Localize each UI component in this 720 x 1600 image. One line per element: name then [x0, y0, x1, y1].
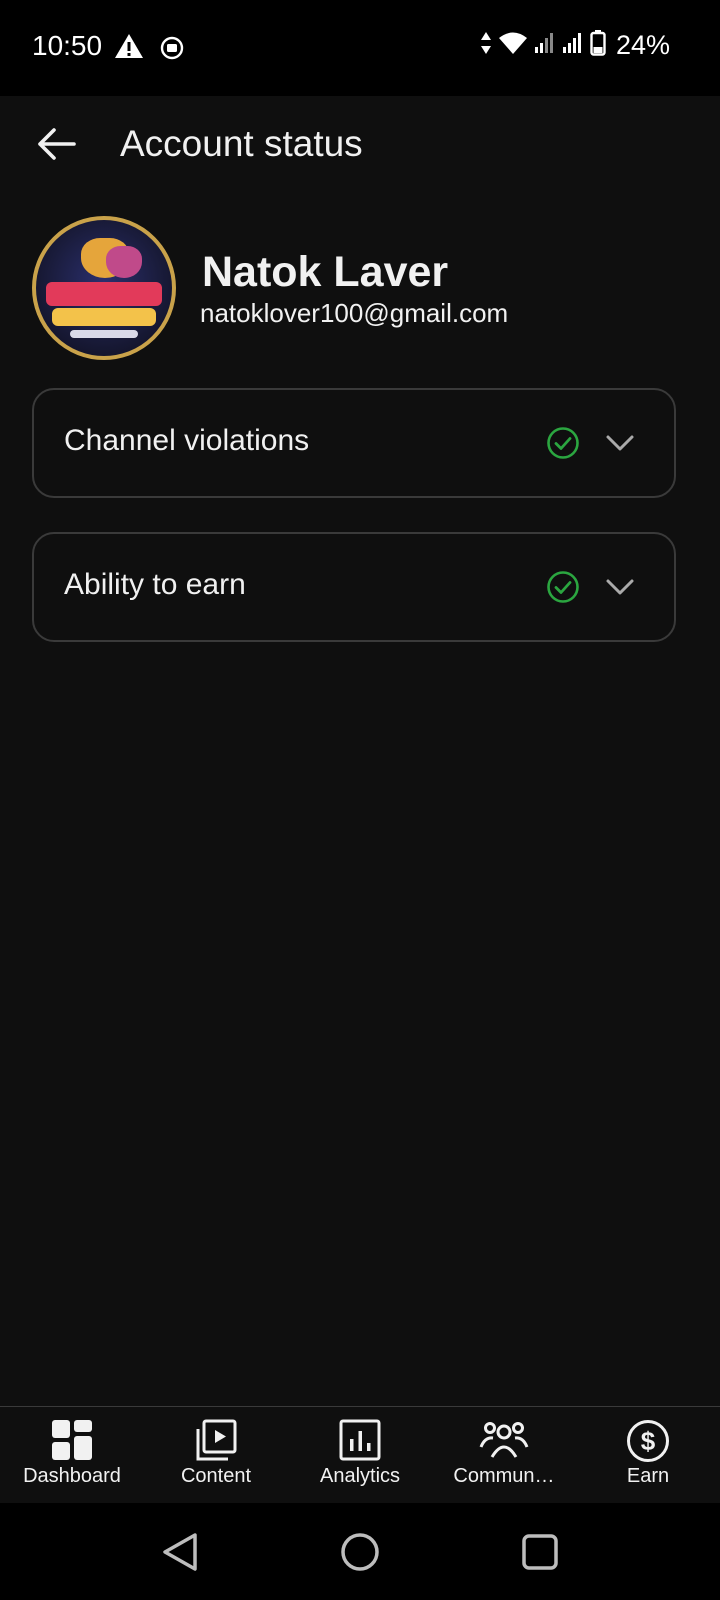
dashboard-icon: [51, 1419, 93, 1466]
ability-to-earn-card[interactable]: Ability to earn: [32, 532, 676, 642]
card-label: Ability to earn: [64, 568, 246, 601]
nav-content[interactable]: Content: [144, 1407, 288, 1503]
screen-record-icon: [160, 36, 184, 65]
nav-label: Analytics: [319, 1465, 401, 1487]
check-circle-icon: [546, 426, 580, 465]
chevron-down-icon[interactable]: [604, 428, 636, 461]
signal-icon-2: [562, 32, 584, 59]
nav-label: Commun…: [453, 1465, 555, 1487]
content-icon: [195, 1419, 237, 1466]
nav-dashboard[interactable]: Dashboard: [0, 1407, 144, 1503]
community-icon: [479, 1419, 529, 1466]
nav-label: Dashboard: [23, 1465, 121, 1487]
home-icon[interactable]: [340, 1531, 380, 1578]
channel-profile: Natok Laver natoklover100@gmail.com: [32, 214, 692, 364]
back-button[interactable]: [30, 118, 82, 170]
data-arrows-icon: [480, 31, 492, 60]
check-circle-icon: [546, 570, 580, 609]
status-bar: 10:50 24%: [0, 0, 720, 96]
svg-text:$: $: [641, 1426, 656, 1456]
status-indicators: 24%: [480, 30, 670, 61]
chevron-down-icon[interactable]: [604, 572, 636, 605]
bottom-nav: Dashboard Content Analytics Commun… $ Ea…: [0, 1406, 720, 1503]
channel-email: natoklover100@gmail.com: [200, 298, 509, 328]
earn-icon: $: [626, 1419, 670, 1468]
warning-icon: [114, 33, 144, 64]
app-bar: Account status: [0, 96, 720, 196]
page-title: Account status: [120, 123, 363, 164]
arrow-left-icon: [38, 128, 76, 160]
wifi-icon: [498, 31, 528, 60]
battery-percent: 24%: [615, 30, 670, 60]
recents-icon[interactable]: [520, 1531, 560, 1578]
status-time: 10:50: [32, 30, 103, 61]
nav-community[interactable]: Commun…: [432, 1407, 576, 1503]
nav-label: Content: [180, 1465, 252, 1487]
nav-analytics[interactable]: Analytics: [288, 1407, 432, 1503]
channel-name: Natok Laver: [202, 248, 449, 296]
system-nav-bar: [0, 1503, 720, 1600]
nav-earn[interactable]: $ Earn: [576, 1407, 720, 1503]
avatar: [32, 216, 176, 360]
channel-violations-card[interactable]: Channel violations: [32, 388, 676, 498]
back-icon[interactable]: [160, 1531, 200, 1578]
signal-icon: [534, 32, 556, 59]
battery-icon: [590, 30, 606, 61]
analytics-icon: [339, 1419, 381, 1466]
card-label: Channel violations: [64, 424, 310, 457]
nav-label: Earn: [626, 1465, 670, 1487]
